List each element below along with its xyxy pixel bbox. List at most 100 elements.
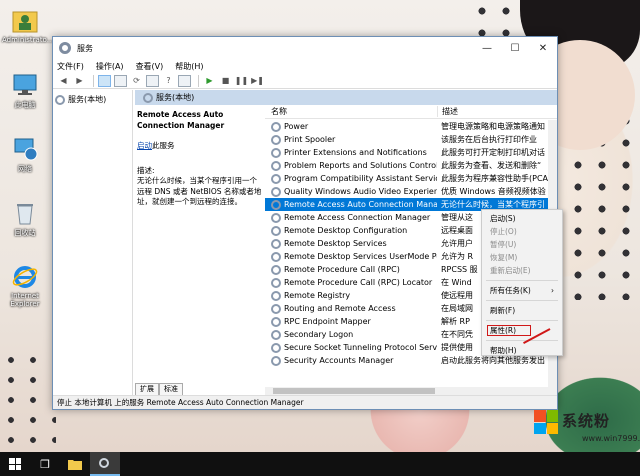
desktop-icon-label: 网络 xyxy=(18,165,32,173)
services-app-icon xyxy=(59,42,71,54)
desktop-icon-this-pc[interactable]: 此电脑 xyxy=(2,72,48,110)
menu-item-properties[interactable]: 属性(R) xyxy=(486,324,532,337)
service-row[interactable]: Power 管理电源策略和电源策略通知 xyxy=(265,120,557,133)
service-name-cell: Remote Registry xyxy=(265,290,437,301)
pause-icon[interactable]: ❚❚ xyxy=(235,75,248,87)
service-name-cell: Power xyxy=(265,121,437,132)
list-view-icon[interactable] xyxy=(114,74,127,87)
service-name-cell: Problem Reports and Solutions Control ..… xyxy=(265,160,437,171)
minimize-button[interactable]: — xyxy=(473,43,501,54)
gear-icon xyxy=(271,147,281,158)
horizontal-scrollbar[interactable] xyxy=(265,387,557,395)
gear-icon xyxy=(271,355,281,366)
forward-arrow-icon[interactable]: ▶ xyxy=(73,75,86,87)
menu-action[interactable]: 操作(A) xyxy=(96,61,124,72)
service-name: Remote Registry xyxy=(284,291,351,300)
taskbar: ❐ xyxy=(0,452,640,476)
console-tree-icon[interactable] xyxy=(98,74,111,87)
start-suffix: 此服务 xyxy=(152,141,175,150)
maximize-button[interactable]: ☐ xyxy=(501,43,529,54)
tab-standard[interactable]: 标准 xyxy=(159,383,183,395)
toolbar-divider xyxy=(93,74,94,87)
menu-item-start[interactable]: 启动(S) xyxy=(482,212,562,225)
service-name: Remote Access Auto Connection Manager xyxy=(284,200,437,209)
refresh-icon[interactable]: ⟳ xyxy=(130,75,143,87)
windows-logo-icon xyxy=(534,410,558,434)
gear-icon xyxy=(271,342,281,353)
pane-header: 服务(本地) xyxy=(135,90,557,105)
back-arrow-icon[interactable]: ◀ xyxy=(57,75,70,87)
restart-icon[interactable]: ▶❚ xyxy=(251,75,264,87)
service-description-cell: 管理从这 xyxy=(441,213,473,222)
help-icon[interactable]: ? xyxy=(162,75,175,87)
menu-item-all-tasks[interactable]: 所有任务(K) › xyxy=(482,284,562,297)
toolbar: ◀ ▶ ⟳ ? ▶ ■ ❚❚ ▶❚ xyxy=(53,73,557,89)
play-icon[interactable]: ▶ xyxy=(203,75,216,87)
gear-icon xyxy=(271,251,281,262)
close-button[interactable]: ✕ xyxy=(529,43,557,54)
desktop-icon-network[interactable]: 网络 xyxy=(2,136,48,174)
gear-icon xyxy=(271,134,281,145)
scrollbar-thumb[interactable] xyxy=(273,388,435,394)
watermark-brand: 系统粉 xyxy=(562,412,611,430)
task-view-icon: ❐ xyxy=(40,457,50,471)
service-description-cell: 优质 Windows 音频视频体验 xyxy=(441,187,546,196)
service-description-cell: RPCSS 服 xyxy=(441,265,478,274)
stop-icon[interactable]: ■ xyxy=(219,75,232,87)
context-menu: 启动(S) 停止(O) 暂停(U) 恢复(M) 重新启动(E) 所有任务(K) ›… xyxy=(481,209,563,356)
desktop-icon-ie[interactable]: Internet Explorer xyxy=(2,264,48,308)
start-service-link[interactable]: 启动 xyxy=(137,141,152,150)
service-row[interactable]: Problem Reports and Solutions Control ..… xyxy=(265,159,557,172)
gear-icon xyxy=(143,92,153,103)
column-name[interactable]: 名称 xyxy=(265,106,437,117)
menu-help[interactable]: 帮助(H) xyxy=(175,61,203,72)
services-taskbar-button[interactable] xyxy=(90,452,120,476)
wallpaper-dots-left xyxy=(0,350,56,450)
description-text: 无论什么时候，当某个程序引用一个远程 DNS 或者 NetBIOS 名称或者地址… xyxy=(137,176,262,206)
tab-extended[interactable]: 扩展 xyxy=(135,383,159,395)
menu-item-stop[interactable]: 停止(O) xyxy=(482,225,562,238)
service-name-cell: Security Accounts Manager xyxy=(265,355,437,366)
description-label: 描述: xyxy=(137,165,155,175)
pane-header-label: 服务(本地) xyxy=(156,93,195,102)
export-list-icon[interactable] xyxy=(146,74,159,87)
service-row[interactable]: Print Spooler 该服务在后台执行打印作业 xyxy=(265,133,557,146)
service-name-cell: RPC Endpoint Mapper xyxy=(265,316,437,327)
menu-item-pause[interactable]: 暂停(U) xyxy=(482,238,562,251)
menu-item-help[interactable]: 帮助(H) xyxy=(482,344,562,357)
tree-item-services-local[interactable]: 服务(本地) xyxy=(55,94,130,105)
service-name: Problem Reports and Solutions Control ..… xyxy=(284,161,437,170)
service-name: Remote Desktop Services xyxy=(284,239,387,248)
start-button[interactable] xyxy=(0,452,30,476)
service-description-cell: 此服务为查看、发送和删除“ xyxy=(441,161,542,170)
task-view-button[interactable]: ❐ xyxy=(30,452,60,476)
title-bar[interactable]: 服务 — ☐ ✕ xyxy=(53,37,557,59)
column-description[interactable]: 描述 xyxy=(437,106,458,117)
console-tree: 服务(本地) xyxy=(53,90,133,395)
service-name: Remote Procedure Call (RPC) Locator xyxy=(284,278,433,287)
service-row[interactable]: Quality Windows Audio Video Experience 优质… xyxy=(265,185,557,198)
service-name: Remote Access Connection Manager xyxy=(284,213,431,222)
service-row[interactable]: Program Compatibility Assistant Service 此… xyxy=(265,172,557,185)
properties-icon[interactable] xyxy=(178,74,191,87)
menu-view[interactable]: 查看(V) xyxy=(136,61,164,72)
gear-icon xyxy=(271,121,281,132)
service-detail: Remote Access Auto Connection Manager 启动… xyxy=(137,110,263,208)
menu-item-resume[interactable]: 恢复(M) xyxy=(482,251,562,264)
service-description-cell: 允许为 R xyxy=(441,252,474,261)
service-description-cell: 提供使用 xyxy=(441,343,473,352)
gear-icon xyxy=(271,212,281,223)
service-row[interactable]: Printer Extensions and Notifications 此服务可… xyxy=(265,146,557,159)
menu-item-refresh[interactable]: 刷新(F) xyxy=(482,304,562,317)
service-name-cell: Program Compatibility Assistant Service xyxy=(265,173,437,184)
desktop-icon-user[interactable]: Administrato... xyxy=(2,8,53,44)
gear-icon xyxy=(271,277,281,288)
service-name: Remote Procedure Call (RPC) xyxy=(284,265,400,274)
desktop-icon-recycle-bin[interactable]: 回收站 xyxy=(2,200,48,238)
menu-item-restart[interactable]: 重新启动(E) xyxy=(482,264,562,277)
explorer-button[interactable] xyxy=(60,452,90,476)
watermark: 系统粉 www.win7999.com xyxy=(530,408,640,452)
menu-file[interactable]: 文件(F) xyxy=(57,61,84,72)
service-description-cell: 允许用户 xyxy=(441,239,473,248)
service-name-cell: Remote Desktop Configuration xyxy=(265,225,437,236)
